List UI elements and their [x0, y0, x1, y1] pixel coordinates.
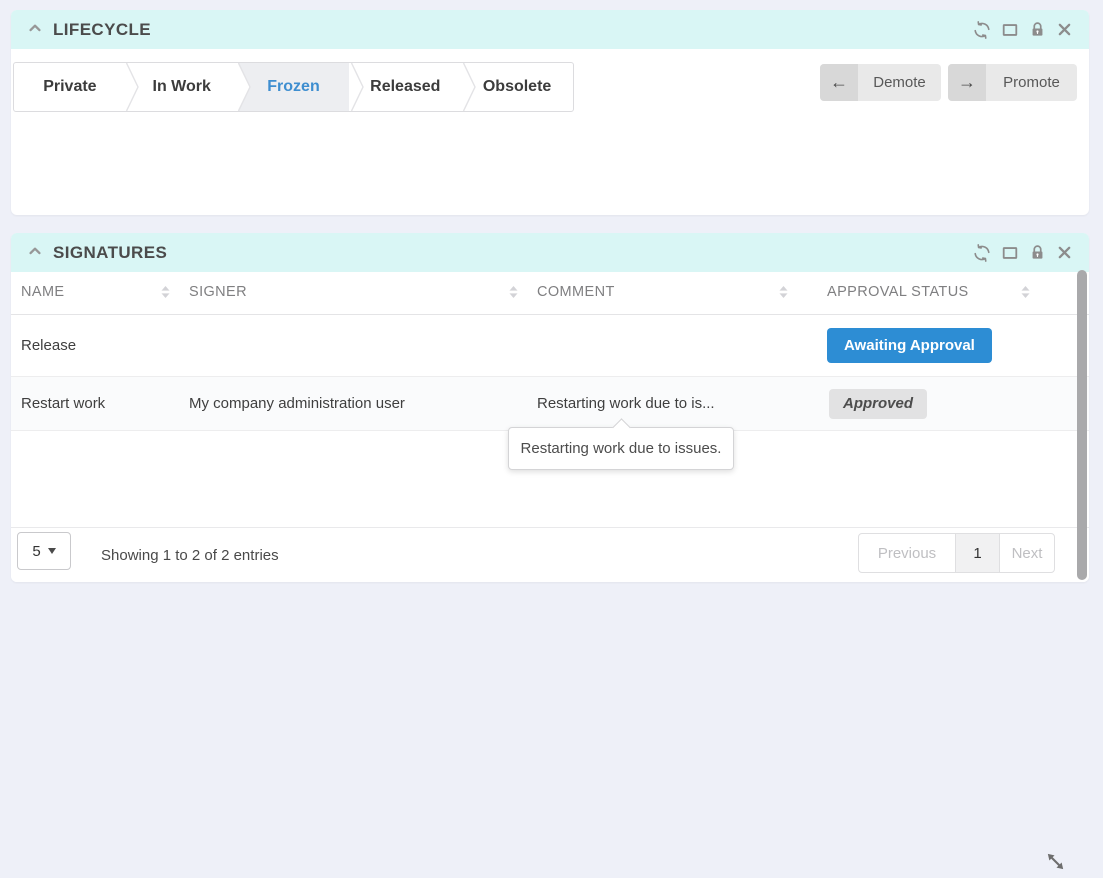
demote-button[interactable]: ← Demote	[820, 64, 941, 101]
refresh-icon[interactable]	[973, 244, 991, 262]
sort-icon[interactable]	[508, 285, 519, 299]
chevron-up-icon	[27, 243, 43, 262]
sort-icon[interactable]	[1020, 285, 1031, 299]
chevron-down-icon	[48, 548, 56, 554]
comment-tooltip: Restarting work due to issues.	[508, 427, 734, 470]
column-label: APPROVAL STATUS	[827, 284, 969, 300]
table-footer: 5 Showing 1 to 2 of 2 entries Previous 1…	[11, 527, 1089, 582]
cell-name: Restart work	[11, 395, 179, 412]
next-page-button[interactable]: Next	[1000, 534, 1054, 572]
panel-title: SIGNATURES	[53, 243, 167, 263]
stage-label: In Work	[153, 78, 211, 96]
lock-icon[interactable]	[1029, 21, 1046, 38]
chevron-up-icon	[27, 20, 43, 39]
maximize-icon[interactable]	[1001, 21, 1019, 39]
sort-icon[interactable]	[778, 285, 789, 299]
table-row: Restart work My company administration u…	[11, 377, 1089, 431]
promote-label: Promote	[986, 64, 1077, 101]
cell-comment: Restarting work due to is...	[527, 395, 817, 412]
column-header-name[interactable]: NAME	[11, 269, 179, 314]
stage-frozen-current: Frozen	[238, 63, 350, 111]
awaiting-approval-button[interactable]: Awaiting Approval	[827, 328, 992, 363]
stage-label: Released	[370, 78, 440, 96]
column-header-approval-status[interactable]: APPROVAL STATUS	[817, 269, 1089, 314]
stage-label: Private	[43, 78, 96, 96]
pagination: Previous 1 Next	[858, 533, 1055, 573]
table-header-row: NAME SIGNER COMMENT APPROVAL STATUS	[11, 269, 1089, 315]
panel-controls	[973, 244, 1073, 262]
arrow-right-icon: →	[948, 64, 986, 101]
column-header-signer[interactable]: SIGNER	[179, 269, 527, 314]
entries-summary: Showing 1 to 2 of 2 entries	[101, 528, 279, 583]
resize-handle-icon[interactable]	[1044, 850, 1067, 878]
collapse-button[interactable]	[27, 243, 43, 262]
vertical-scrollbar[interactable]	[1077, 270, 1087, 580]
stage-released: Released	[349, 63, 461, 111]
column-label: SIGNER	[189, 284, 247, 300]
close-icon[interactable]	[1056, 244, 1073, 261]
panel-controls	[973, 21, 1073, 39]
lifecycle-panel: LIFECYCLE	[11, 10, 1089, 215]
cell-signer: My company administration user	[179, 395, 527, 412]
lock-icon[interactable]	[1029, 244, 1046, 261]
stage-private: Private	[14, 63, 126, 111]
lifecycle-panel-header: LIFECYCLE	[11, 10, 1089, 49]
collapse-button[interactable]	[27, 20, 43, 39]
stage-label: Obsolete	[483, 78, 551, 96]
page-size-value: 5	[32, 543, 40, 560]
signatures-panel-header: SIGNATURES	[11, 233, 1089, 272]
demote-label: Demote	[858, 64, 941, 101]
signatures-panel: SIGNATURES	[11, 233, 1089, 582]
stage-obsolete: Obsolete	[461, 63, 573, 111]
panel-title: LIFECYCLE	[53, 20, 151, 40]
page-number-button[interactable]: 1	[955, 534, 1000, 572]
approved-status-badge: Approved	[829, 389, 927, 419]
cell-name: Release	[11, 337, 179, 354]
column-header-comment[interactable]: COMMENT	[527, 269, 817, 314]
stage-in-work: In Work	[126, 63, 238, 111]
column-label: NAME	[21, 284, 65, 300]
stage-label: Frozen	[267, 78, 319, 96]
maximize-icon[interactable]	[1001, 244, 1019, 262]
column-label: COMMENT	[537, 284, 615, 300]
previous-page-button[interactable]: Previous	[859, 534, 955, 572]
sort-icon[interactable]	[160, 285, 171, 299]
lifecycle-stage-bar: Private In Work Frozen Released Obsolete	[13, 62, 574, 112]
promote-button[interactable]: → Promote	[948, 64, 1077, 101]
close-icon[interactable]	[1056, 21, 1073, 38]
refresh-icon[interactable]	[973, 21, 991, 39]
table-row: Release Awaiting Approval	[11, 315, 1089, 377]
page-size-select[interactable]: 5	[17, 532, 71, 570]
arrow-left-icon: ←	[820, 64, 858, 101]
